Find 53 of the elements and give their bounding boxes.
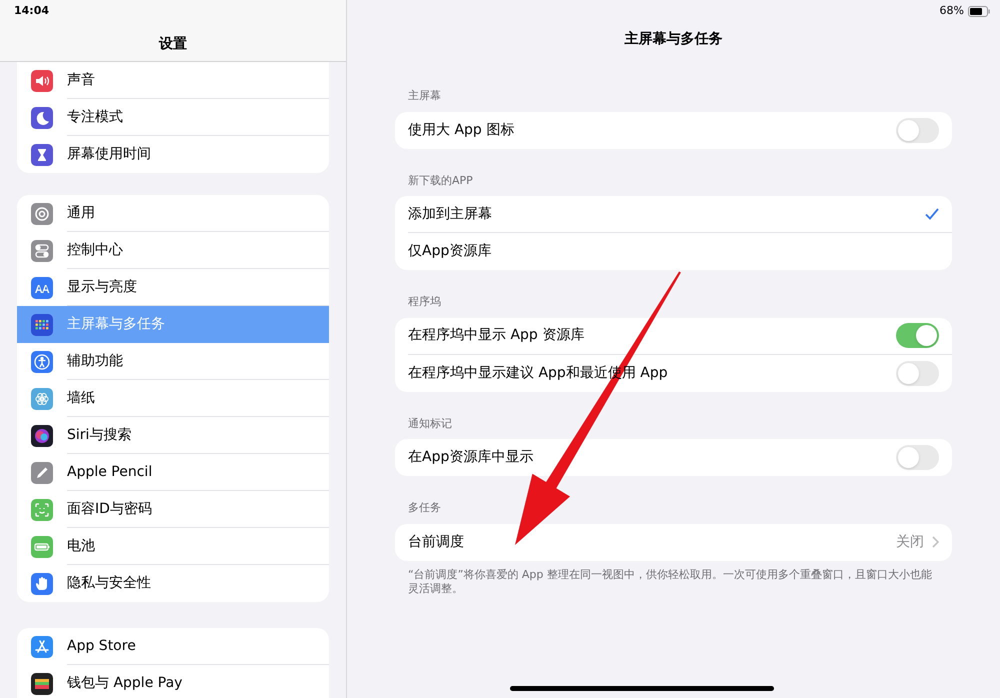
- sidebar-item-label: 主屏幕与多任务: [67, 315, 165, 334]
- sidebar-item-label: 隐私与安全性: [67, 574, 151, 593]
- battery-percentage: 68%: [940, 3, 964, 19]
- sidebar-item-label: 控制中心: [67, 240, 123, 260]
- section-header: 程序坞: [407, 294, 442, 310]
- toggle-switch[interactable]: [896, 360, 939, 386]
- sidebar-item-label: 通用: [67, 204, 95, 222]
- setting-value: 关闭: [896, 532, 924, 552]
- setting-label: 在程序坞中显示 App 资源库: [408, 326, 586, 345]
- sidebar-item[interactable]: Siri与搜索: [17, 417, 329, 454]
- section-header: 通知标记: [407, 416, 453, 432]
- sidebar-item-label: 墙纸: [67, 388, 95, 408]
- toggle-switch[interactable]: [896, 445, 939, 470]
- sidebar-item[interactable]: 面容ID与密码: [17, 491, 329, 528]
- sidebar-item[interactable]: 控制中心: [17, 232, 329, 269]
- status-time: 14:04: [14, 3, 50, 19]
- sidebar-item-label: 面容ID与密码: [67, 500, 152, 518]
- setting-label: 添加到主屏幕: [408, 204, 493, 224]
- sidebar-item[interactable]: 声音: [17, 62, 329, 99]
- sidebar-item[interactable]: App Store: [17, 628, 329, 665]
- sidebar-title: 设置: [159, 34, 187, 54]
- section-header: 主屏幕: [407, 88, 442, 104]
- sidebar-item-label: 显示与亮度: [67, 278, 137, 296]
- sidebar-item[interactable]: 隐私与安全性: [17, 565, 329, 602]
- sidebar-item[interactable]: 钱包与 Apple Pay: [17, 665, 329, 698]
- setting-label: 仅App资源库: [408, 242, 492, 261]
- section-header: 新下载的APP: [407, 172, 474, 188]
- sidebar-item-label: 辅助功能: [67, 352, 123, 370]
- sidebar-item[interactable]: 通用: [17, 195, 329, 232]
- sidebar-item[interactable]: 墙纸: [17, 380, 329, 417]
- toggle-switch[interactable]: [896, 118, 939, 142]
- sidebar-item-label: 电池: [67, 536, 95, 556]
- sidebar-item[interactable]: Apple Pencil: [17, 454, 329, 491]
- sidebar-item[interactable]: 电池: [17, 528, 329, 565]
- sidebar-item-label: Siri与搜索: [67, 426, 132, 444]
- sidebar-item-label: 屏幕使用时间: [67, 145, 151, 164]
- battery-icon: [968, 6, 990, 17]
- sidebar-item-label: 钱包与 Apple Pay: [67, 674, 182, 693]
- sidebar-item[interactable]: 专注模式: [17, 99, 329, 136]
- section-header: 多任务: [407, 500, 442, 516]
- sidebar-item-label: 专注模式: [67, 108, 123, 126]
- setting-label: 台前调度: [408, 532, 465, 552]
- sidebar-item[interactable]: 辅助功能: [17, 343, 329, 380]
- setting-label: 在App资源库中显示: [408, 448, 534, 467]
- detail-title: 主屏幕与多任务: [624, 30, 722, 48]
- setting-label: 使用大 App 图标: [408, 120, 516, 140]
- sidebar-item-label: App Store: [67, 636, 136, 656]
- section-footer: “台前调度”将你喜爱的 App 整理在同一视图中，供你轻松取用。一次可使用多个重叠窗口，且窗口大小也能灵活调整。: [395, 568, 952, 596]
- sidebar-item-label: 声音: [67, 70, 95, 90]
- sidebar-item-label: Apple Pencil: [67, 462, 152, 482]
- toggle-switch[interactable]: [896, 323, 939, 348]
- sidebar-item[interactable]: 屏幕使用时间: [17, 136, 329, 173]
- chevron-icon: [932, 536, 939, 548]
